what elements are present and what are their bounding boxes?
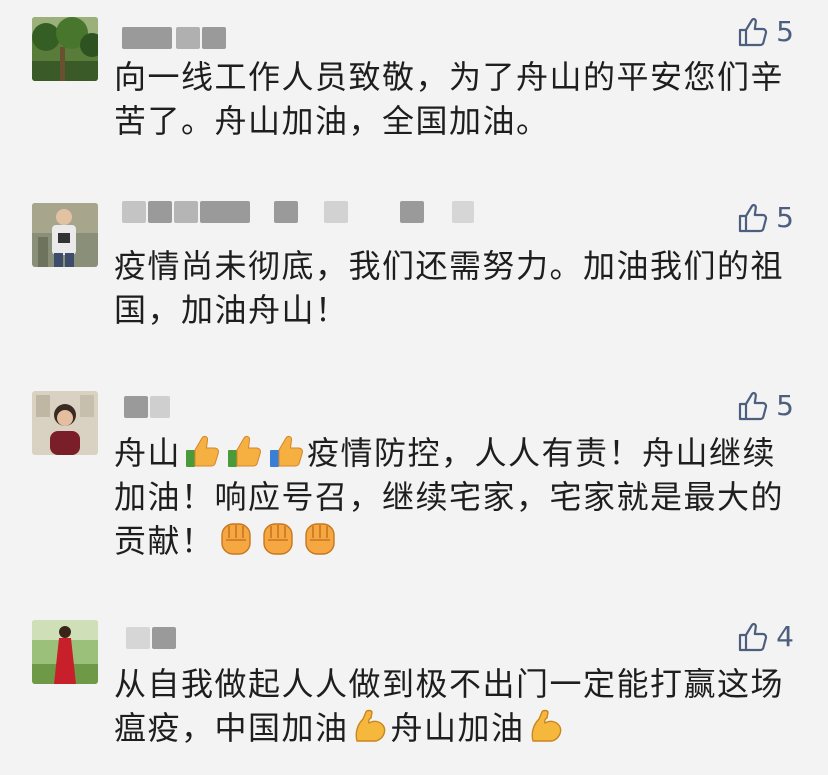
- avatar[interactable]: [32, 203, 98, 267]
- comment-text: 舟山 疫情防控，人人有责！舟山继续加油！响应号召，继续宅家，宅家就是最大的贡献！: [114, 431, 804, 563]
- avatar[interactable]: [32, 620, 98, 684]
- like-count: 5: [776, 389, 794, 422]
- thumbs-up-icon: [739, 203, 768, 233]
- thumbs-up-emoji-icon: [186, 435, 219, 467]
- avatar[interactable]: [32, 391, 98, 455]
- raised-fist-emoji-icon: [304, 523, 335, 555]
- raised-fist-emoji-icon: [220, 523, 251, 555]
- comment-text-a: 舟山: [114, 434, 182, 472]
- flexed-biceps-emoji-icon: [531, 709, 561, 742]
- flexed-biceps-emoji-icon: [355, 709, 385, 742]
- comment-text: 向一线工作人员致敬，为了舟山的平安您们辛苦了。舟山加油，全国加油。: [114, 58, 785, 140]
- comment-text-b: 舟山加油: [390, 709, 525, 747]
- comment-text: 疫情尚未彻底，我们还需努力。加油我们的祖国，加油舟山！: [114, 247, 785, 329]
- thumbs-up-emoji-icon: [228, 435, 261, 467]
- like-button[interactable]: 5: [736, 389, 794, 423]
- avatar[interactable]: [32, 17, 98, 81]
- like-count: 5: [776, 201, 794, 234]
- raised-fist-emoji-icon: [262, 523, 293, 555]
- thumbs-up-emoji-icon: [270, 435, 303, 467]
- like-count: 5: [776, 15, 794, 48]
- like-button[interactable]: 5: [736, 201, 794, 235]
- like-button[interactable]: 5: [736, 15, 794, 49]
- thumbs-up-icon: [739, 17, 768, 47]
- like-count: 4: [776, 620, 794, 653]
- thumbs-up-icon: [739, 391, 768, 421]
- thumbs-up-icon: [739, 622, 768, 652]
- like-button[interactable]: 4: [736, 620, 794, 654]
- comment-text: 从自我做起人人做到极不出门一定能打赢这场瘟疫，中国加油 舟山加油: [114, 662, 804, 750]
